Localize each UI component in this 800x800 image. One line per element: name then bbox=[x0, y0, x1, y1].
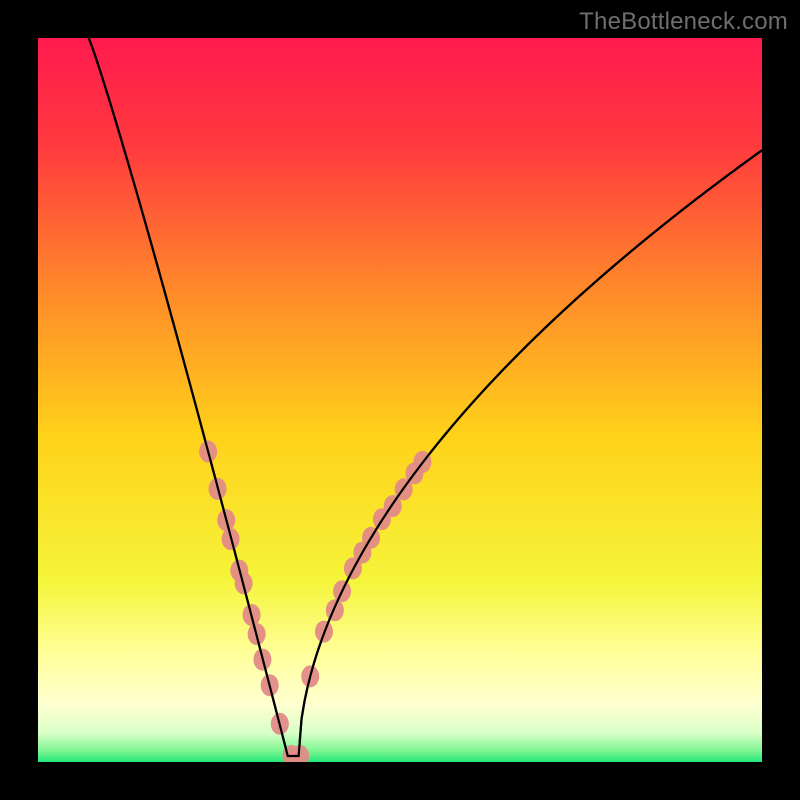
watermark-label: TheBottleneck.com bbox=[579, 8, 788, 36]
chart-plot-area bbox=[38, 38, 762, 762]
chart-outer-frame: TheBottleneck.com bbox=[0, 0, 800, 800]
chart-background bbox=[38, 38, 762, 762]
chart-svg bbox=[38, 38, 762, 762]
highlight-dot bbox=[326, 599, 344, 621]
